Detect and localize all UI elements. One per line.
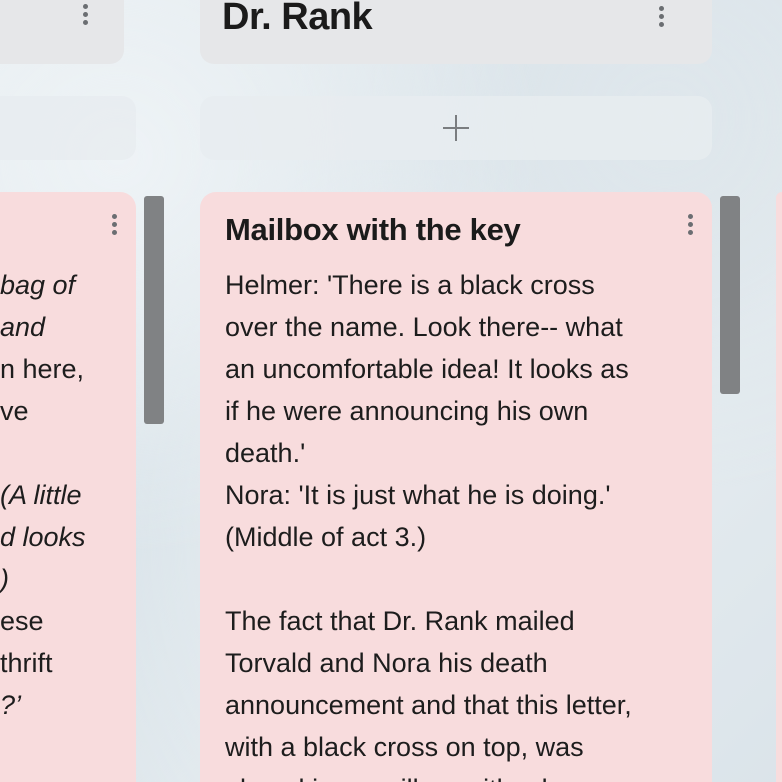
main-column-scrollbar[interactable] bbox=[720, 196, 740, 394]
left-card-line bbox=[0, 432, 120, 474]
column-menu-icon[interactable] bbox=[652, 2, 670, 30]
left-card-line: d looks bbox=[0, 522, 86, 552]
left-card-menu-icon[interactable] bbox=[105, 210, 123, 238]
note-card[interactable]: Mailbox with the key Helmer: 'There is a… bbox=[200, 192, 712, 782]
main-column-header: Dr. Rank bbox=[200, 0, 712, 64]
left-card-line: ve bbox=[0, 396, 29, 426]
left-column-menu-icon[interactable] bbox=[76, 0, 94, 28]
left-column-header bbox=[0, 0, 124, 64]
left-column-card[interactable]: bag of and n here, ve (A little d looks) ese t… bbox=[0, 192, 136, 782]
plus-icon bbox=[443, 115, 469, 141]
left-card-line: and bbox=[0, 312, 46, 342]
card-menu-icon[interactable] bbox=[681, 210, 699, 238]
left-column-add-card-button[interactable] bbox=[0, 96, 136, 160]
right-column-card-edge bbox=[776, 192, 782, 782]
left-card-body: bag of and n here, ve (A little d looks) ese t… bbox=[0, 264, 120, 726]
left-card-line: ) bbox=[0, 564, 9, 594]
add-card-button[interactable] bbox=[200, 96, 712, 160]
card-body: Helmer: 'There is a black cross over the… bbox=[225, 270, 632, 782]
left-column-scrollbar[interactable] bbox=[144, 196, 164, 424]
left-card-line: bag of bbox=[0, 270, 76, 300]
left-card-line: thrift bbox=[0, 648, 53, 678]
left-card-line: n here, bbox=[0, 354, 85, 384]
card-title: Mailbox with the key bbox=[225, 212, 521, 247]
left-card-line: ese bbox=[0, 606, 44, 636]
left-card-line: ?’ bbox=[0, 690, 22, 720]
left-card-line: (A little bbox=[0, 480, 82, 510]
column-title: Dr. Rank bbox=[222, 0, 373, 38]
